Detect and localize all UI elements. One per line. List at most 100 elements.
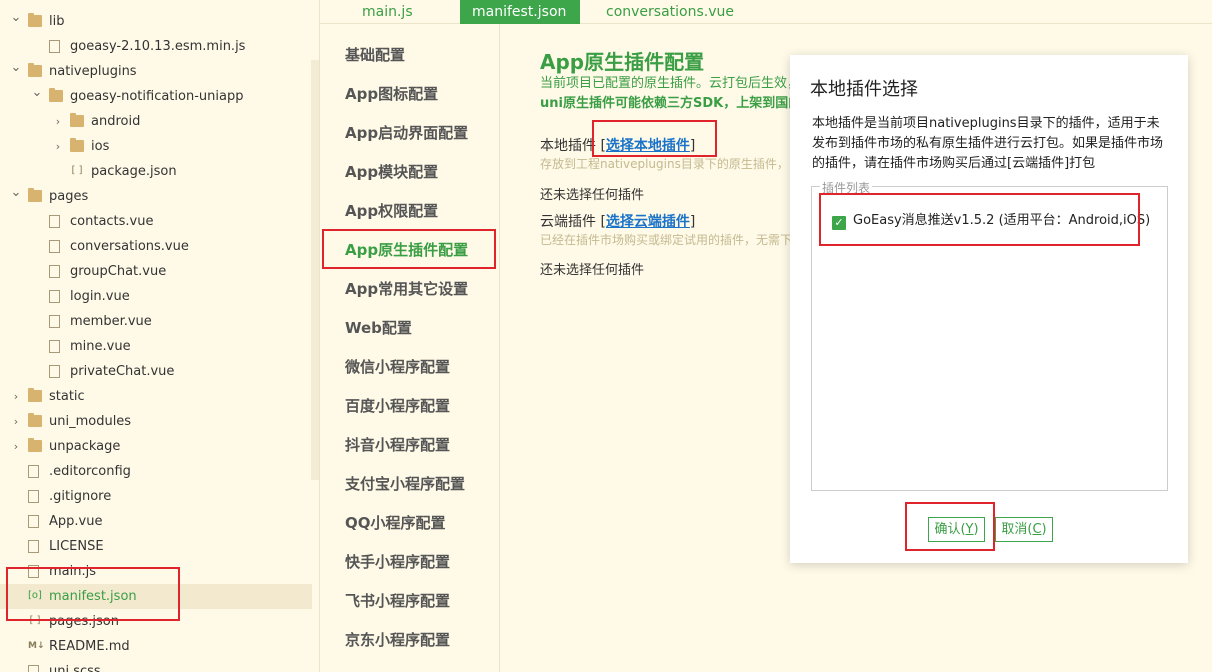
- markdown-file-icon: M↓: [28, 641, 45, 651]
- tree-item-groupchat-vue[interactable]: groupChat.vue: [0, 259, 312, 284]
- menu-item-9[interactable]: 百度小程序配置: [345, 395, 450, 416]
- menu-item-13[interactable]: 快手小程序配置: [345, 551, 450, 572]
- cloud-plugin-empty-text: 还未选择任何插件: [540, 263, 645, 278]
- menu-item-5[interactable]: App原生插件配置: [345, 239, 468, 260]
- tree-item-main-js[interactable]: main.js: [0, 559, 312, 584]
- tree-item-android[interactable]: › android: [0, 109, 312, 134]
- tree-item-conversations-vue[interactable]: conversations.vue: [0, 234, 312, 259]
- tree-item-package-json[interactable]: [ ] package.json: [0, 159, 312, 184]
- tree-item-goeasy-2-10-13-esm-min-js[interactable]: goeasy-2.10.13.esm.min.js: [0, 34, 312, 59]
- tab-conversations-vue[interactable]: conversations.vue: [594, 0, 746, 24]
- chevron-down-icon[interactable]: ⌄: [10, 59, 22, 84]
- tree-item-label: lib: [49, 14, 65, 29]
- tree-item-member-vue[interactable]: member.vue: [0, 309, 312, 334]
- tree-item-static[interactable]: › static: [0, 384, 312, 409]
- tree-item-editorconfig[interactable]: .editorconfig: [0, 459, 312, 484]
- chevron-right-icon[interactable]: ›: [52, 134, 64, 159]
- file-icon: [49, 40, 60, 53]
- file-icon: [28, 515, 39, 528]
- tree-item-label: privateChat.vue: [70, 364, 175, 379]
- confirm-button-text: 确认(: [934, 522, 966, 537]
- file-icon: [49, 215, 60, 228]
- tab-main-js[interactable]: main.js: [350, 0, 425, 24]
- chevron-down-icon[interactable]: ⌄: [10, 184, 22, 209]
- cloud-plugin-label: 云端插件: [540, 214, 596, 230]
- confirm-button[interactable]: 确认(Y): [928, 517, 985, 542]
- menu-item-3[interactable]: App模块配置: [345, 161, 438, 182]
- menu-item-12[interactable]: QQ小程序配置: [345, 512, 446, 533]
- tree-scrollbar[interactable]: [311, 60, 319, 480]
- tree-item-label: unpackage: [49, 439, 121, 454]
- tree-item-license[interactable]: LICENSE: [0, 534, 312, 559]
- chevron-down-icon[interactable]: ⌄: [31, 84, 43, 109]
- tree-item-label: login.vue: [70, 289, 130, 304]
- tree-item-app-vue[interactable]: App.vue: [0, 509, 312, 534]
- tree-item-label: pages: [49, 189, 89, 204]
- menu-item-6[interactable]: App常用其它设置: [345, 278, 468, 299]
- editor-tab-bar: main.js manifest.json conversations.vue: [320, 0, 1212, 24]
- menu-item-10[interactable]: 抖音小程序配置: [345, 434, 450, 455]
- description-line-2: uni原生插件可能依赖三方SDK，上架到国内: [540, 96, 802, 111]
- folder-icon: [70, 138, 84, 152]
- menu-item-11[interactable]: 支付宝小程序配置: [345, 473, 465, 494]
- tree-item-manifest-json[interactable]: [o] manifest.json: [0, 584, 312, 609]
- tree-item-label: manifest.json: [49, 589, 137, 604]
- tree-item-label: LICENSE: [49, 539, 104, 554]
- menu-item-8[interactable]: 微信小程序配置: [345, 356, 450, 377]
- tree-item-mine-vue[interactable]: mine.vue: [0, 334, 312, 359]
- description-line-1: 当前项目已配置的原生插件。云打包后生效，: [540, 76, 801, 91]
- file-icon: [28, 565, 39, 578]
- tree-item-uni-modules[interactable]: › uni_modules: [0, 409, 312, 434]
- menu-item-0[interactable]: 基础配置: [345, 44, 405, 65]
- plugin-list: 插件列表 ✓ GoEasy消息推送v1.5.2 (适用平台：Android,iOS…: [811, 179, 1168, 491]
- tree-item-readme-md[interactable]: M↓ README.md: [0, 634, 312, 659]
- cancel-shortcut-key: C: [1032, 522, 1042, 537]
- cancel-button[interactable]: 取消(C): [995, 517, 1053, 542]
- checkbox-checked-icon[interactable]: ✓: [832, 216, 846, 230]
- tree-item-label: nativeplugins: [49, 64, 137, 79]
- menu-item-4[interactable]: App权限配置: [345, 200, 438, 221]
- menu-item-15[interactable]: 京东小程序配置: [345, 629, 450, 650]
- tree-item-label: package.json: [91, 164, 177, 179]
- chevron-right-icon[interactable]: ›: [10, 434, 22, 459]
- tree-item-label: main.js: [49, 564, 96, 579]
- tree-item-goeasy-notification-uniapp[interactable]: ⌄ goeasy-notification-uniapp: [0, 84, 312, 109]
- file-icon: [49, 315, 60, 328]
- tree-item-label: static: [49, 389, 85, 404]
- select-local-plugin-link[interactable]: 选择本地插件: [606, 138, 690, 154]
- json-file-icon: [ ]: [71, 165, 83, 176]
- menu-item-1[interactable]: App图标配置: [345, 83, 438, 104]
- tree-item-lib[interactable]: ⌄ lib: [0, 9, 312, 34]
- folder-icon: [28, 388, 42, 402]
- chevron-down-icon[interactable]: ⌄: [10, 9, 22, 34]
- chevron-right-icon[interactable]: ›: [52, 109, 64, 134]
- chevron-right-icon[interactable]: ›: [10, 409, 22, 434]
- menu-item-2[interactable]: App启动界面配置: [345, 122, 468, 143]
- cancel-close-paren: ): [1041, 522, 1047, 537]
- dialog-title: 本地插件选择: [810, 79, 918, 100]
- tree-item-pages-json[interactable]: [ ] pages.json: [0, 609, 312, 634]
- file-icon: [49, 290, 60, 303]
- file-icon: [49, 265, 60, 278]
- plugin-item-goeasy[interactable]: ✓ GoEasy消息推送v1.5.2 (适用平台：Android,iOS): [832, 209, 1150, 230]
- tree-item-gitignore[interactable]: .gitignore: [0, 484, 312, 509]
- tree-item-nativeplugins[interactable]: ⌄ nativeplugins: [0, 59, 312, 84]
- menu-item-7[interactable]: Web配置: [345, 317, 412, 338]
- chevron-right-icon[interactable]: ›: [10, 384, 22, 409]
- file-icon: [49, 240, 60, 253]
- tree-item-label: goeasy-notification-uniapp: [70, 89, 244, 104]
- tree-item-login-vue[interactable]: login.vue: [0, 284, 312, 309]
- select-cloud-plugin-link[interactable]: 选择云端插件: [606, 214, 690, 230]
- tree-item-uni-scss[interactable]: uni.scss: [0, 659, 312, 672]
- tree-item-label: contacts.vue: [70, 214, 154, 229]
- menu-item-14[interactable]: 飞书小程序配置: [345, 590, 450, 611]
- tree-item-label: groupChat.vue: [70, 264, 167, 279]
- tree-item-ios[interactable]: › ios: [0, 134, 312, 159]
- tree-item-pages[interactable]: ⌄ pages: [0, 184, 312, 209]
- tree-item-label: mine.vue: [70, 339, 131, 354]
- tree-item-unpackage[interactable]: › unpackage: [0, 434, 312, 459]
- tree-item-privatechat-vue[interactable]: privateChat.vue: [0, 359, 312, 384]
- tree-item-contacts-vue[interactable]: contacts.vue: [0, 209, 312, 234]
- cloud-plugin-hint: 已经在插件市场购买或绑定试用的插件，无需下: [540, 233, 793, 247]
- tab-manifest-json[interactable]: manifest.json: [460, 0, 580, 24]
